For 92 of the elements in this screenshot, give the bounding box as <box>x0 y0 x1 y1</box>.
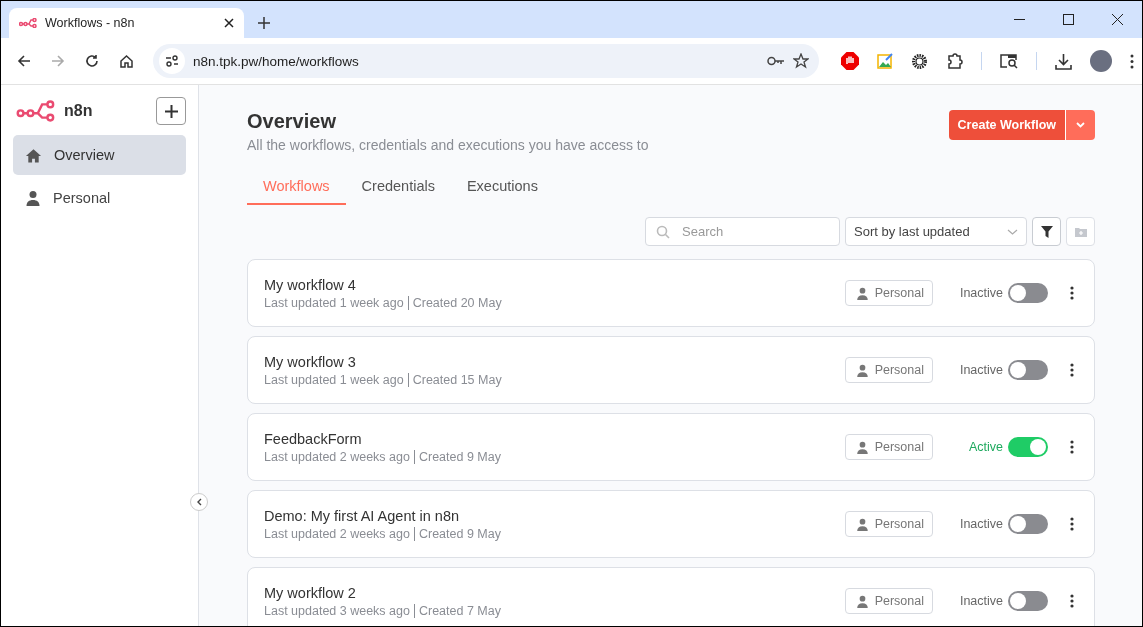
active-toggle[interactable] <box>1008 283 1048 303</box>
key-icon[interactable] <box>767 56 785 66</box>
home-icon[interactable] <box>118 53 134 69</box>
updated-text: Last updated 3 weeks ago <box>264 603 410 618</box>
owner-badge: Personal <box>844 588 933 614</box>
n8n-logo-icon <box>19 18 37 28</box>
star-icon[interactable] <box>793 53 809 69</box>
workflow-name: Demo: My first AI Agent in n8n <box>264 507 461 524</box>
owner-badge: Personal <box>844 357 933 383</box>
owner-badge: Personal <box>844 280 933 306</box>
puzzle-icon[interactable] <box>946 52 963 70</box>
workflow-card[interactable]: Demo: My first AI Agent in n8n Last updated 2 weeks ago Created 9 May Personal Inactive <box>247 490 1095 558</box>
more-vertical-icon <box>1070 594 1074 608</box>
sidebar-item[interactable]: Personal <box>13 178 186 218</box>
workflow-card[interactable]: FeedbackForm Last updated 2 weeks ago Created 9 May Personal Active <box>247 413 1095 481</box>
download-icon[interactable] <box>1055 52 1072 70</box>
status-label: Active <box>967 440 1003 454</box>
sidebar-item[interactable]: Overview <box>13 135 186 175</box>
user-icon <box>855 286 869 300</box>
chevron-left-icon <box>196 498 202 506</box>
collapse-button[interactable] <box>190 493 208 511</box>
created-text: Created 9 May <box>418 526 501 541</box>
created-text: Created 15 May <box>412 372 502 387</box>
create-workflow-button[interactable]: Create Workflow <box>948 110 1065 140</box>
workflow-name: My workflow 2 <box>264 584 357 601</box>
updated-text: Last updated 2 weeks ago <box>264 449 410 464</box>
tab[interactable]: Executions <box>450 178 554 205</box>
created-text: Created 20 May <box>412 295 502 310</box>
home-icon <box>25 147 42 163</box>
reload-icon[interactable] <box>85 54 99 68</box>
browser-tab[interactable]: Workflows - n8n <box>9 8 244 38</box>
status-label: Inactive <box>958 286 1003 300</box>
status-label: Inactive <box>958 363 1003 377</box>
n8n-logo-icon <box>16 100 56 122</box>
url-text: n8n.tpk.pw/home/workflows <box>193 53 360 69</box>
page-subtitle: All the workflows, credentials and executions you have access to <box>247 137 649 153</box>
updated-text: Last updated 1 week ago <box>264 295 404 310</box>
status-label: Inactive <box>958 594 1003 608</box>
updated-text: Last updated 1 week ago <box>264 372 404 387</box>
address-bar[interactable]: n8n.tpk.pw/home/workflows <box>153 44 819 78</box>
user-icon <box>855 517 869 531</box>
sort-dropdown[interactable]: Sort by last updated <box>845 217 1027 246</box>
more-vertical-icon <box>1070 517 1074 531</box>
tab-title: Workflows - n8n <box>45 16 136 30</box>
maximize-icon[interactable] <box>1063 14 1074 25</box>
brand-name: n8n <box>64 102 93 120</box>
search-field[interactable]: Search <box>645 217 840 246</box>
site-settings-icon <box>165 55 179 67</box>
user-icon <box>855 594 869 608</box>
owner-badge: Personal <box>844 511 933 537</box>
created-text: Created 9 May <box>418 449 501 464</box>
active-toggle[interactable] <box>1008 437 1048 457</box>
user-icon <box>855 363 869 377</box>
workflow-card[interactable]: My workflow 4 Last updated 1 week ago Created 20 May Personal Inactive <box>247 259 1095 327</box>
active-toggle[interactable] <box>1008 514 1048 534</box>
page-title: Overview <box>247 110 337 133</box>
workflow-name: My workflow 3 <box>264 353 357 370</box>
search-page-icon[interactable] <box>1000 53 1018 69</box>
profile-avatar[interactable] <box>1090 50 1112 72</box>
hand-stop-icon[interactable] <box>841 52 859 70</box>
create-dropdown-button[interactable] <box>1065 110 1095 140</box>
more-vertical-icon <box>1070 440 1074 454</box>
more-vertical-icon <box>1070 363 1074 377</box>
created-text: Created 7 May <box>418 603 501 618</box>
folder-plus-icon <box>1074 226 1087 237</box>
close-icon[interactable] <box>224 18 234 28</box>
chevron-down-icon <box>1076 122 1085 128</box>
more-vertical-icon <box>1070 286 1074 300</box>
new-tab-icon[interactable] <box>258 17 270 29</box>
gear-icon[interactable] <box>911 52 928 70</box>
workflow-card[interactable]: My workflow 2 Last updated 3 weeks ago Created 7 May Personal Inactive <box>247 567 1095 626</box>
workflow-name: FeedbackForm <box>264 430 363 447</box>
plus-icon <box>164 104 178 118</box>
user-icon <box>25 190 41 206</box>
filter-icon <box>1040 225 1053 238</box>
back-arrow-icon[interactable] <box>17 54 31 68</box>
workflow-card[interactable]: My workflow 3 Last updated 1 week ago Created 15 May Personal Inactive <box>247 336 1095 404</box>
owner-badge: Personal <box>844 434 933 460</box>
add-button[interactable] <box>156 97 186 125</box>
close-icon[interactable] <box>1112 14 1123 25</box>
status-label: Inactive <box>958 517 1003 531</box>
user-icon <box>855 440 869 454</box>
workflow-name: My workflow 4 <box>264 276 357 293</box>
chevron-down-icon <box>1007 228 1018 235</box>
tab[interactable]: Credentials <box>345 178 451 205</box>
filter-button[interactable] <box>1032 217 1061 246</box>
more-vertical-icon[interactable] <box>1130 53 1134 69</box>
image-edit-icon[interactable] <box>877 53 893 69</box>
active-toggle[interactable] <box>1008 360 1048 380</box>
search-icon <box>656 225 670 239</box>
updated-text: Last updated 2 weeks ago <box>264 526 410 541</box>
active-toggle[interactable] <box>1008 591 1048 611</box>
